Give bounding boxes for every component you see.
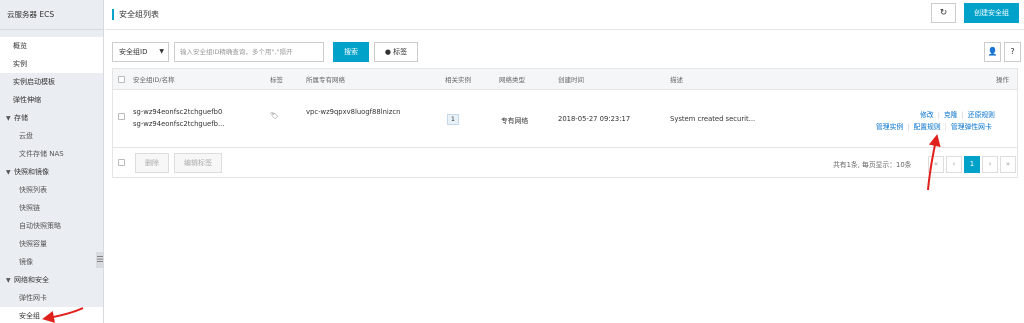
sidebar-item-10[interactable]: 自动快照策略 xyxy=(0,217,103,235)
delete-button[interactable]: 删除 xyxy=(135,153,169,173)
sidebar-item-label: 云盘 xyxy=(19,132,33,140)
first-page-button[interactable]: « xyxy=(928,156,944,173)
header-created: 创建时间 xyxy=(558,76,584,84)
sidebar-item-label: 快照和镜像 xyxy=(14,168,49,176)
clone-link[interactable]: 克隆 xyxy=(944,111,958,119)
next-page-button[interactable]: › xyxy=(982,156,998,173)
prev-page-button[interactable]: ‹ xyxy=(946,156,962,173)
last-page-button[interactable]: » xyxy=(1000,156,1016,173)
sidebar-item-label: 快照列表 xyxy=(19,186,47,194)
table-header: 安全组ID/名称 标签 所属专有网络 相关实例 网络类型 创建时间 描述 操作 xyxy=(112,68,1018,90)
sidebar-menu: 概览 实例 实例启动模板 弹性伸缩 ▼ 存储 云盘 文件存储 NAS ▼ 快照和镜像 快照列表 快照链… xyxy=(0,37,103,323)
header-description: 描述 xyxy=(670,76,683,84)
sidebar-item-label: 网络和安全 xyxy=(14,276,49,284)
sidebar-title: 云服务器 ECS xyxy=(0,0,103,30)
table-row: sg-wz94eonfsc2tchguefb0 sg-wz94eonfsc2tc… xyxy=(112,90,1018,148)
sidebar-item-label: 镜像 xyxy=(19,258,33,266)
security-group-name: sg-wz94eonfsc2tchguefb... xyxy=(133,120,225,128)
header-actions: 操作 xyxy=(996,76,1009,84)
restore-rules-link[interactable]: 还原规则 xyxy=(968,111,995,119)
pagination-summary: 共有1条, 每页显示：10条 xyxy=(833,161,912,169)
sidebar: 云服务器 ECS 概览 实例 实例启动模板 弹性伸缩 ▼ 存储 云盘 文件存储 NAS ▼ 快照和… xyxy=(0,0,104,323)
table-footer: 删除 编辑标签 共有1条, 每页显示：10条 « ‹ 1 › » xyxy=(112,148,1018,178)
sidebar-collapse-icon[interactable]: ☰ xyxy=(96,252,104,268)
tag-icon: ● xyxy=(384,48,391,56)
current-page-button[interactable]: 1 xyxy=(964,156,980,173)
refresh-button[interactable]: ↻ xyxy=(931,3,956,23)
sidebar-item-15[interactable]: 安全组 xyxy=(0,307,103,323)
sidebar-item-label: 快照容量 xyxy=(19,240,47,248)
row-actions-line1: 修改 | 克隆 | 还原规则 xyxy=(920,111,995,119)
refresh-icon: ↻ xyxy=(939,8,948,18)
created-time: 2018-05-27 09:23:17 xyxy=(558,115,631,123)
sidebar-item-label: 快照链 xyxy=(19,204,40,212)
tag-filter-label: 标签 xyxy=(393,48,408,56)
sidebar-item-label: 实例 xyxy=(13,60,27,68)
main-content: 安全组列表 ↻ 创建安全组 安全组ID ▼ 输入安全组ID精确查询，多个用","… xyxy=(105,0,1024,323)
sidebar-item-14[interactable]: 弹性网卡 xyxy=(0,289,103,307)
caret-down-icon: ▼ xyxy=(6,277,11,284)
modify-link[interactable]: 修改 xyxy=(920,111,934,119)
sidebar-item-9[interactable]: 快照链 xyxy=(0,199,103,217)
security-group-table: 安全组ID/名称 标签 所属专有网络 相关实例 网络类型 创建时间 描述 操作 … xyxy=(112,68,1018,178)
tag-icon[interactable]: 🏷 xyxy=(270,112,279,120)
sidebar-item-11[interactable]: 快照容量 xyxy=(0,235,103,253)
sidebar-item-label: 概览 xyxy=(13,42,27,50)
instance-count-badge[interactable]: 1 xyxy=(447,114,459,125)
security-group-id[interactable]: sg-wz94eonfsc2tchguefb0 xyxy=(133,108,222,116)
configure-rules-link[interactable]: 配置规则 xyxy=(913,123,940,131)
filter-bar: 安全组ID ▼ 输入安全组ID精确查询，多个用","隔开 搜索 ● 标签 👤 ? xyxy=(112,42,1021,62)
sidebar-item-1[interactable]: 实例 xyxy=(0,55,103,73)
chevron-down-icon: ▼ xyxy=(159,48,164,55)
sidebar-item-label: 弹性网卡 xyxy=(19,294,47,302)
help-icon[interactable]: ? xyxy=(1004,42,1021,62)
description: System created securit... xyxy=(670,115,756,123)
sidebar-item-label: 文件存储 NAS xyxy=(19,150,64,158)
search-field-select[interactable]: 安全组ID ▼ xyxy=(112,42,169,62)
caret-down-icon: ▼ xyxy=(6,115,11,122)
manage-eni-link[interactable]: 管理弹性网卡 xyxy=(951,123,992,131)
row-checkbox[interactable] xyxy=(118,113,125,120)
header-network-type: 网络类型 xyxy=(499,76,525,84)
search-field-select-value: 安全组ID xyxy=(119,48,148,56)
user-icon[interactable]: 👤 xyxy=(984,42,1001,62)
vpc-id[interactable]: vpc-wz9qpxv8luogf88lnizcn xyxy=(306,108,400,116)
header-instances: 相关实例 xyxy=(445,76,471,84)
sidebar-item-8[interactable]: 快照列表 xyxy=(0,181,103,199)
search-input[interactable]: 输入安全组ID精确查询，多个用","隔开 xyxy=(174,42,324,62)
row-actions-line2: 管理实例 | 配置规则 | 管理弹性网卡 xyxy=(876,123,992,131)
sidebar-item-6[interactable]: 文件存储 NAS xyxy=(0,145,103,163)
page-header: 安全组列表 ↻ 创建安全组 xyxy=(105,0,1024,30)
sidebar-item-12[interactable]: 镜像 xyxy=(0,253,103,271)
sidebar-item-label: 存储 xyxy=(14,114,28,122)
edit-tags-button[interactable]: 编辑标签 xyxy=(174,153,222,173)
sidebar-item-2[interactable]: 实例启动模板 xyxy=(0,73,103,91)
footer-select-all-checkbox[interactable] xyxy=(118,159,125,166)
sidebar-group-4[interactable]: ▼ 存储 xyxy=(0,109,103,127)
sidebar-item-label: 安全组 xyxy=(19,312,40,320)
manage-instances-link[interactable]: 管理实例 xyxy=(876,123,903,131)
sidebar-item-3[interactable]: 弹性伸缩 xyxy=(0,91,103,109)
caret-down-icon: ▼ xyxy=(6,169,11,176)
sidebar-item-5[interactable]: 云盘 xyxy=(0,127,103,145)
select-all-checkbox[interactable] xyxy=(118,76,125,83)
sidebar-item-label: 弹性伸缩 xyxy=(13,96,41,104)
sidebar-group-7[interactable]: ▼ 快照和镜像 xyxy=(0,163,103,181)
sidebar-group-13[interactable]: ▼ 网络和安全 xyxy=(0,271,103,289)
header-vpc: 所属专有网络 xyxy=(306,76,345,84)
network-type: 专有网络 xyxy=(501,117,529,125)
create-security-group-button[interactable]: 创建安全组 xyxy=(964,3,1019,23)
sidebar-item-label: 实例启动模板 xyxy=(13,78,55,86)
header-id-name: 安全组ID/名称 xyxy=(133,76,175,84)
sidebar-item-label: 自动快照策略 xyxy=(19,222,61,230)
sidebar-item-0[interactable]: 概览 xyxy=(0,37,103,55)
page-title: 安全组列表 xyxy=(112,9,159,20)
search-button[interactable]: 搜索 xyxy=(333,42,369,62)
tag-filter-button[interactable]: ● 标签 xyxy=(374,42,418,62)
header-tag: 标签 xyxy=(270,76,283,84)
